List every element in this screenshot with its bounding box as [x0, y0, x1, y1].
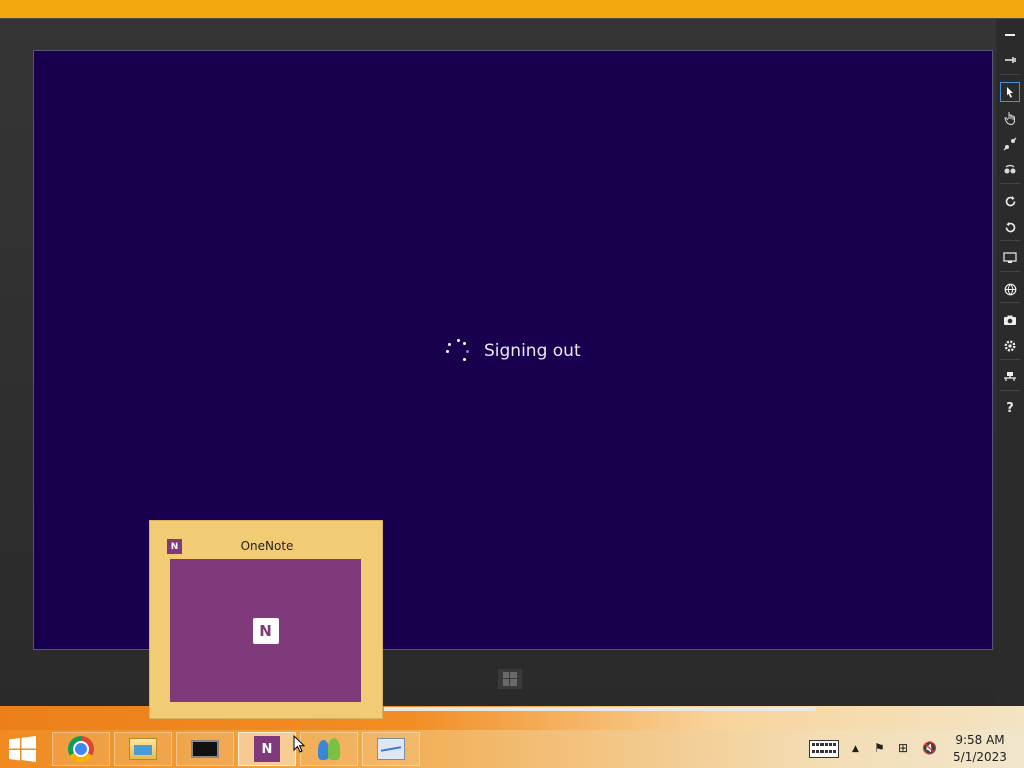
- action-center-icon[interactable]: ⚑: [874, 741, 885, 755]
- touch-mode-icon[interactable]: [1000, 108, 1020, 128]
- resolution-icon[interactable]: [1000, 248, 1020, 268]
- simulator-icon: [191, 740, 219, 758]
- rotation-touch-icon[interactable]: [1000, 160, 1020, 180]
- loading-spinner-icon: [446, 339, 470, 363]
- network-icon[interactable]: [1000, 367, 1020, 387]
- clock-time: 9:58 AM: [955, 733, 1005, 747]
- chrome-icon: [68, 736, 94, 762]
- onenote-thumbnail-popup[interactable]: N OneNote N: [149, 520, 383, 719]
- rotate-counterclockwise-icon[interactable]: [1000, 217, 1020, 237]
- onenote-logo-icon: N: [252, 617, 279, 644]
- title-strip: [0, 0, 1024, 18]
- windows-start-icon: [9, 736, 36, 762]
- minimize-icon[interactable]: [1000, 25, 1020, 45]
- start-button[interactable]: [6, 734, 40, 764]
- simulator-toolbar: ?: [996, 19, 1024, 731]
- mouse-cursor-icon: [293, 735, 305, 753]
- help-icon[interactable]: ?: [1000, 398, 1020, 418]
- pinch-zoom-icon[interactable]: [1000, 134, 1020, 154]
- background-progress-strip: [384, 707, 816, 711]
- folder-icon: [129, 738, 157, 760]
- performance-monitor-icon: [377, 738, 405, 760]
- location-icon[interactable]: [1000, 279, 1020, 299]
- onenote-icon: N: [254, 736, 280, 762]
- settings-icon[interactable]: [1000, 336, 1020, 356]
- mouse-mode-icon[interactable]: [1000, 82, 1020, 102]
- network-tray-icon[interactable]: ⊞: [898, 741, 908, 755]
- taskbar-simulator[interactable]: [176, 732, 234, 766]
- taskbar-live-messenger[interactable]: [300, 732, 358, 766]
- taskbar: N ▲ ⚑ ⊞ 🔇 9:58 AM 5/1/2023: [0, 730, 1024, 768]
- show-hidden-icons-icon[interactable]: ▲: [852, 744, 859, 754]
- taskbar-onenote[interactable]: N: [238, 732, 296, 766]
- clock-date: 5/1/2023: [953, 750, 1007, 764]
- windows-home-button[interactable]: [498, 669, 522, 689]
- thumbnail-preview[interactable]: N: [170, 559, 361, 702]
- windows-logo-icon: [503, 672, 517, 686]
- taskbar-chrome[interactable]: [52, 732, 110, 766]
- thumbnail-title: OneNote: [240, 539, 294, 553]
- people-icon: [316, 736, 342, 762]
- taskbar-performance-monitor[interactable]: [362, 732, 420, 766]
- touch-keyboard-icon[interactable]: [809, 740, 839, 758]
- volume-muted-icon[interactable]: 🔇: [922, 741, 937, 755]
- clock[interactable]: 9:58 AM 5/1/2023: [944, 732, 1016, 766]
- screenshot-icon[interactable]: [1000, 310, 1020, 330]
- taskbar-file-explorer[interactable]: [114, 732, 172, 766]
- signing-out-text: Signing out: [484, 341, 581, 361]
- pin-icon[interactable]: [1000, 50, 1020, 70]
- signing-out-status: Signing out: [446, 339, 581, 363]
- rotate-clockwise-icon[interactable]: [1000, 191, 1020, 211]
